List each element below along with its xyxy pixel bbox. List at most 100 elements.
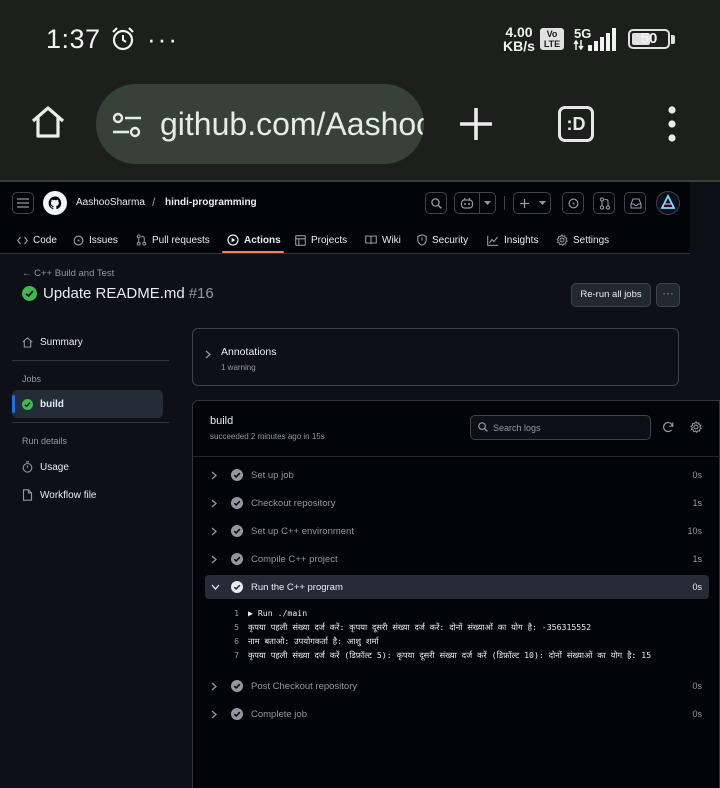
inbox-button[interactable] [624, 192, 646, 214]
run-number: #16 [188, 285, 214, 302]
net-speed-unit: KB/s [503, 38, 535, 54]
workflow-backlink[interactable]: ← C++ Build and Test [22, 268, 114, 279]
tab-issues-label: Issues [89, 234, 118, 246]
tab-settings-label: Settings [573, 234, 610, 246]
job-log-panel: build succeeded 2 minutes ago in 15s Set… [192, 400, 720, 788]
log-line-number: 5 [234, 622, 239, 632]
status-bar: 1:37 ··· 4.00 KB/s Vo LTE 5G 50 [0, 0, 720, 80]
sidebar-usage-label: Usage [40, 461, 69, 473]
pull-requests-shortcut-button[interactable] [593, 192, 615, 214]
tab-projects[interactable]: Projects [295, 226, 347, 254]
job-log-header: build succeeded 2 minutes ago in 15s [193, 401, 720, 457]
chevron-down-icon [484, 201, 491, 205]
log-line: 1 ▶ Run ./main [229, 608, 307, 622]
site-settings-icon[interactable] [112, 111, 142, 139]
active-tab-indicator [222, 251, 284, 253]
step-name: Post Checkout repository [251, 680, 358, 692]
run-options-button[interactable]: ··· [656, 283, 680, 307]
sidebar-divider [12, 422, 169, 423]
graph-icon [487, 235, 499, 246]
step-success-icon [231, 708, 243, 720]
tab-settings[interactable]: Settings [556, 226, 609, 254]
step-success-icon [231, 469, 243, 481]
battery-icon: 50 [628, 29, 670, 49]
tab-security[interactable]: Security [417, 226, 468, 254]
annotations-panel[interactable]: Annotations 1 warning [192, 328, 679, 386]
run-title-text: Update README.md [43, 285, 185, 302]
job-step-expanded[interactable]: Run the C++ program 0s [205, 575, 709, 599]
step-duration: 1s [692, 498, 702, 508]
tab-issues[interactable]: Issues [73, 226, 118, 254]
hamburger-menu-button[interactable] [12, 192, 34, 214]
search-logs-box[interactable] [470, 415, 651, 440]
log-line-text: ▶ Run ./main [248, 608, 308, 618]
url-text: github.com/AashooSharma/hindi-programmin… [160, 106, 424, 142]
avatar[interactable] [656, 191, 680, 215]
step-success-icon [231, 581, 243, 593]
sidebar-item-build[interactable]: build [22, 399, 64, 410]
success-check-icon [22, 399, 33, 410]
job-step[interactable]: Compile C++ project 1s [205, 547, 709, 571]
browser-menu-icon[interactable] [660, 104, 684, 144]
clock: 1:37 [46, 24, 101, 54]
rerun-all-jobs-button[interactable]: Re-run all jobs [571, 283, 651, 307]
tab-code[interactable]: Code [17, 226, 57, 254]
issues-shortcut-button[interactable] [562, 192, 584, 214]
sidebar-summary-label: Summary [40, 337, 83, 348]
tab-wiki[interactable]: Wiki [365, 226, 401, 254]
tab-actions[interactable]: Actions [227, 226, 281, 254]
job-step[interactable]: Checkout repository 1s [205, 491, 709, 515]
new-tab-icon[interactable] [456, 104, 496, 144]
sidebar-item-summary[interactable]: Summary [22, 337, 83, 348]
tab-security-label: Security [432, 234, 469, 246]
home-icon[interactable] [28, 102, 68, 142]
net-speed: 4.00 KB/s [503, 25, 535, 53]
sidebar-jobs-heading: Jobs [22, 374, 42, 384]
search-button[interactable] [425, 192, 447, 214]
annotations-count: 1 warning [221, 363, 256, 372]
job-step[interactable]: Post Checkout repository 0s [205, 674, 709, 698]
breadcrumb-repo[interactable]: hindi-programming [165, 197, 257, 208]
refresh-icon[interactable] [662, 421, 674, 433]
sidebar-item-usage[interactable]: Usage [22, 461, 69, 473]
copilot-button[interactable] [454, 192, 496, 214]
step-success-icon [231, 525, 243, 537]
plus-icon [520, 199, 529, 208]
step-success-icon [231, 497, 243, 509]
breadcrumb-owner[interactable]: AashooSharma [76, 197, 145, 208]
volte-line2: LTE [543, 39, 561, 49]
address-bar[interactable]: github.com/AashooSharma/hindi-programmin… [96, 84, 424, 164]
sidebar-divider [12, 360, 169, 361]
log-line: 7 कृपया पहली संख्या दर्ज करें (डिफ़ॉल्ट … [229, 650, 651, 664]
job-step[interactable]: Set up C++ environment 10s [205, 519, 709, 543]
tab-switcher-button[interactable]: :D [558, 106, 594, 142]
tab-pull-requests[interactable]: Pull requests [136, 226, 210, 254]
chevron-right-icon [211, 710, 217, 718]
header-overflow [690, 182, 720, 254]
create-new-button[interactable] [513, 192, 551, 214]
tab-projects-label: Projects [311, 234, 348, 246]
sidebar-item-workflow-file[interactable]: Workflow file [22, 489, 97, 501]
search-icon [431, 198, 442, 209]
chevron-right-icon [211, 471, 217, 479]
book-icon [365, 235, 377, 245]
job-step[interactable]: Set up job 0s [205, 463, 709, 487]
github-logo-icon[interactable] [43, 191, 67, 215]
tab-insights[interactable]: Insights [487, 226, 538, 254]
step-duration: 0s [692, 582, 702, 592]
volte-icon: Vo LTE [540, 28, 564, 50]
step-name: Set up job [251, 469, 294, 481]
step-success-icon [231, 553, 243, 565]
job-step[interactable]: Complete job 0s [205, 702, 709, 726]
chevron-right-icon [211, 682, 217, 690]
battery-tip [671, 35, 675, 44]
log-line-number: 7 [234, 650, 239, 660]
step-name: Complete job [251, 708, 307, 720]
gear-icon[interactable] [690, 421, 702, 433]
step-duration: 10s [687, 526, 702, 536]
log-line-text: नाम बताओ: उपयोगकर्ता है: आशु शर्मा [248, 636, 379, 646]
alarm-icon [112, 27, 134, 51]
search-logs-input[interactable] [493, 419, 643, 436]
tab-insights-label: Insights [504, 234, 539, 246]
chevron-right-icon [211, 555, 217, 563]
